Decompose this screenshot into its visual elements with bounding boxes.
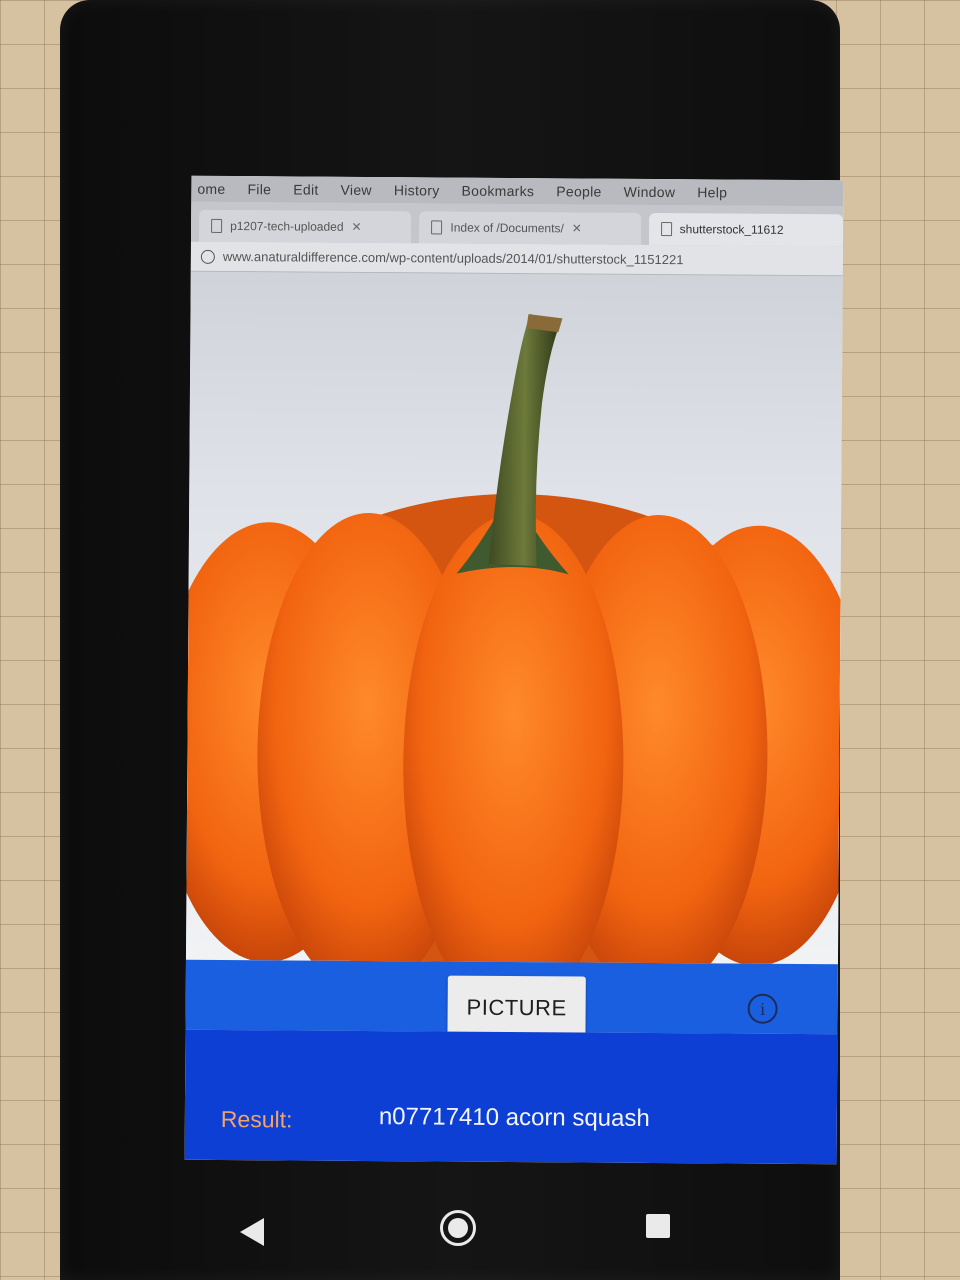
document-icon [660,222,672,237]
browser-tabbar: p1207-tech-uploaded ✕ Index of /Document… [190,201,844,247]
menu-item-help: Help [697,184,728,201]
browser-tab-label: p1207-tech-uploaded [230,219,344,234]
menu-item-bookmarks: Bookmarks [461,182,535,200]
browser-tab-2: Index of /Documents/ ✕ [419,211,641,245]
back-triangle-icon[interactable] [240,1218,264,1246]
menu-item-view: View [340,181,372,198]
browser-tab-1: p1207-tech-uploaded ✕ [198,209,412,244]
browser-tab-label: shutterstock_11612 [679,222,784,237]
menu-item-people: People [556,183,602,200]
close-icon: ✕ [351,219,362,234]
browser-tab-label: Index of /Documents/ [450,220,564,236]
phone-body: ome File Edit View History Bookmarks Peo… [60,0,844,1280]
result-label: Result: [220,1105,293,1133]
result-panel: Result: n07717410 acorn squash [184,1029,838,1165]
menu-item-file: File [247,181,272,198]
home-circle-icon[interactable] [440,1210,476,1246]
pumpkin-photo [185,314,843,965]
info-icon[interactable]: i [747,993,778,1024]
browser-url: www.anaturaldifference.com/wp-content/up… [222,248,684,268]
site-info-icon [200,249,215,264]
browser-address-bar: www.anaturaldifference.com/wp-content/up… [190,241,843,277]
close-icon: ✕ [571,221,582,236]
result-value: n07717410 acorn squash [378,1103,650,1132]
camera-viewfinder: ome File Edit View History Bookmarks Peo… [185,175,844,965]
document-icon [431,220,443,235]
menu-item-edit: Edit [293,181,319,198]
camera-controls-bar: PICTURE i [185,959,838,1041]
browser-tab-3: shutterstock_11612 [648,212,844,247]
menu-item-window: Window [623,183,676,201]
phone-screen: ome File Edit View History Bookmarks Peo… [184,175,844,1165]
document-icon [211,218,223,233]
recents-square-icon[interactable] [646,1214,670,1238]
menu-item-app: ome [197,180,226,197]
menu-item-history: History [393,182,440,199]
android-navigation-bar [200,1190,700,1270]
